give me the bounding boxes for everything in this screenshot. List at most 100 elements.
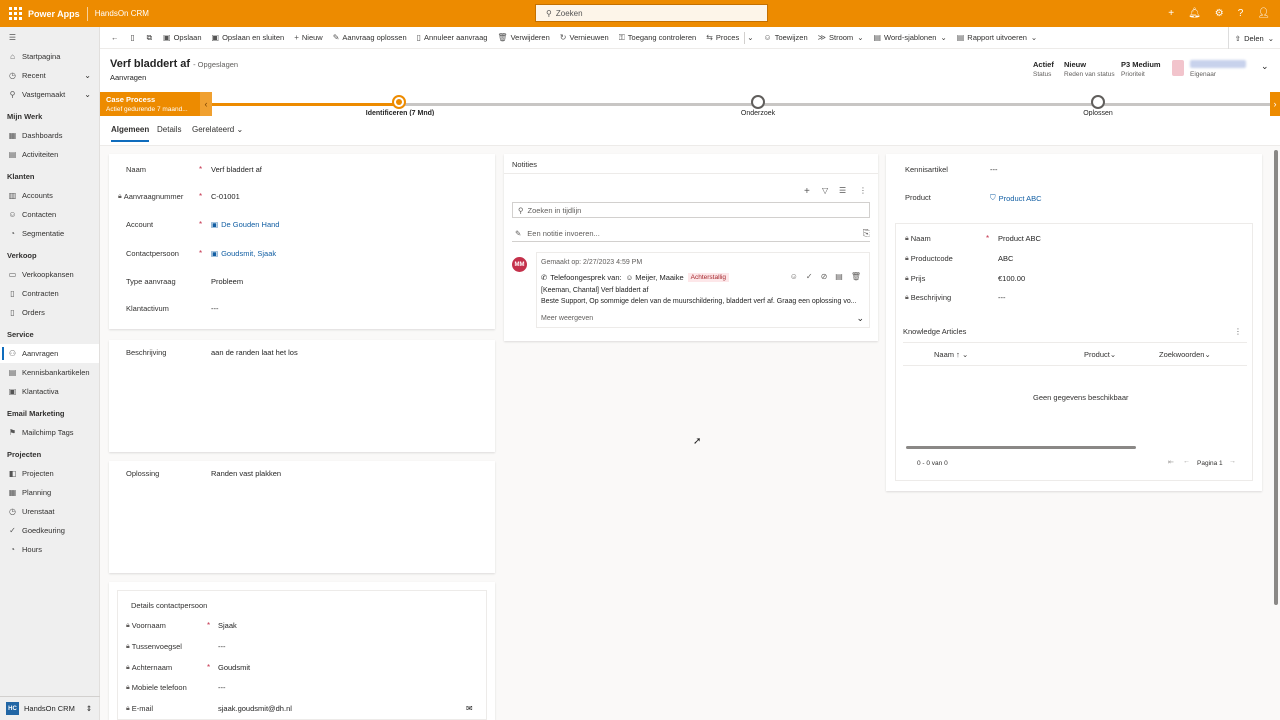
tab-algemeen[interactable]: Algemeen: [111, 125, 150, 142]
process-prev-button[interactable]: ‹: [200, 92, 212, 116]
horizontal-scrollbar[interactable]: [906, 446, 1136, 449]
word-templates-button[interactable]: ▤ Word-sjablonen ⌄: [868, 27, 951, 49]
bell-icon[interactable]: 🔔︎: [1188, 8, 1201, 19]
nav-item-startpagina[interactable]: ⌂ Startpagina: [0, 47, 99, 66]
activity-from[interactable]: Meijer, Maaike: [635, 273, 683, 282]
column-header-naam[interactable]: Naam ↑ ⌄: [934, 350, 968, 359]
nav-item-recent[interactable]: ◷ Recent ⌄: [0, 66, 99, 85]
nav-item-contracten[interactable]: ▯ Contracten: [0, 284, 99, 303]
sort-icon[interactable]: ☰: [839, 186, 846, 195]
activity-header: ✆ Telefoongesprek van: ☺ Meijer, Maaike Acht…: [541, 273, 730, 282]
assign-icon[interactable]: ☺: [790, 272, 798, 281]
field-value[interactable]: ---: [211, 304, 219, 313]
share-icon: ⇧: [1234, 33, 1242, 43]
nav-item-goedkeuring[interactable]: ✓ Goedkeuring: [0, 521, 99, 540]
field-value[interactable]: ---: [990, 165, 998, 174]
resolve-case-button[interactable]: ✎ Aanvraag oplossen: [328, 27, 412, 49]
email-icon[interactable]: ✉: [466, 704, 473, 713]
nav-item-orders[interactable]: ▯ Orders: [0, 303, 99, 322]
field-value[interactable]: sjaak.goudsmit@dh.nl: [218, 704, 292, 713]
page-scrollbar[interactable]: [1274, 150, 1278, 605]
chevron-down-icon[interactable]: ⌄: [856, 313, 864, 324]
trash-icon[interactable]: 🗑︎: [851, 272, 861, 281]
save-button[interactable]: ▣ Opslaan: [158, 27, 207, 49]
hamburger-menu-button[interactable]: ☰: [0, 27, 99, 47]
user-icon[interactable]: 👤︎: [1257, 8, 1270, 19]
assign-button[interactable]: ☺ Toewijzen: [759, 27, 813, 49]
header-field-owner[interactable]: Eigenaar ⌄: [1172, 60, 1269, 78]
popout-button[interactable]: ⧉: [141, 27, 158, 49]
note-input[interactable]: ✎ Een notitie invoeren... ⎘: [512, 226, 870, 242]
nav-item-projecten[interactable]: ◧ Projecten: [0, 464, 99, 483]
nav-group-title: Email Marketing: [7, 409, 65, 418]
stage-onderzoek[interactable]: [751, 95, 765, 109]
open-record-icon[interactable]: ▤: [835, 272, 843, 281]
close-activity-icon[interactable]: ⊘: [821, 272, 828, 281]
field-value[interactable]: aan de randen laat het los: [211, 348, 298, 357]
check-access-button[interactable]: ⚿ Toegang controleren: [614, 27, 701, 49]
plus-icon[interactable]: +: [1168, 8, 1174, 19]
new-button[interactable]: + Nieuw: [289, 27, 328, 49]
nav-item-planning[interactable]: ▦ Planning: [0, 483, 99, 502]
stage-identificeren[interactable]: [392, 95, 406, 109]
attachment-icon[interactable]: ⎘: [863, 228, 870, 239]
home-icon: ⌂: [10, 52, 15, 61]
nav-item-segmentatie[interactable]: ◔ Segmentatie: [0, 224, 99, 243]
flow-button[interactable]: ≫ Stroom ⌄: [813, 27, 869, 49]
help-icon[interactable]: ?: [1238, 8, 1244, 19]
process-flyout[interactable]: Case Process Actief gedurende 7 maand...: [100, 92, 212, 116]
nav-item-verkoopkansen[interactable]: ▭ Verkoopkansen: [0, 265, 99, 284]
cancel-case-button[interactable]: ▯ Annuleer aanvraag: [412, 27, 493, 49]
area-switcher[interactable]: HC HandsOn CRM ⇕: [0, 696, 100, 720]
nav-item-klantactiva[interactable]: ▣ Klantactiva: [0, 382, 99, 401]
more-options-icon[interactable]: ⋮: [859, 186, 867, 195]
nav-item-dashboards[interactable]: ▦ Dashboards: [0, 126, 99, 145]
next-page-icon[interactable]: →: [1229, 458, 1236, 465]
save-and-close-button[interactable]: ▣ Opslaan en sluiten: [207, 27, 290, 49]
nav-item-kennisbankartikelen[interactable]: ▤ Kennisbankartikelen: [0, 363, 99, 382]
nav-item-contacten[interactable]: ☺ Contacten: [0, 205, 99, 224]
add-icon[interactable]: +: [804, 186, 810, 197]
chevron-down-icon[interactable]: ⌄: [1261, 61, 1269, 72]
field-value[interactable]: Randen vast plakken: [211, 469, 281, 478]
product-name[interactable]: Power Apps: [28, 9, 80, 19]
column-header-zoekwoorden[interactable]: Zoekwoorden⌄: [1159, 350, 1211, 359]
app-name[interactable]: HandsOn CRM: [95, 9, 149, 18]
app-launcher-icon[interactable]: [9, 6, 23, 21]
show-more-link[interactable]: Meer weergeven: [541, 315, 593, 322]
run-report-button[interactable]: ▤ Rapport uitvoeren ⌄: [952, 27, 1042, 49]
case-icon: ⚇: [8, 349, 17, 358]
nav-item-urenstaat[interactable]: ◷ Urenstaat: [0, 502, 99, 521]
global-search-input[interactable]: ⚲ Zoeken: [535, 4, 768, 22]
nav-item-accounts[interactable]: ▥ Accounts: [0, 186, 99, 205]
column-header-product[interactable]: Product⌄: [1084, 350, 1116, 359]
stage-oplossen[interactable]: [1091, 95, 1105, 109]
gear-icon[interactable]: ⚙︎: [1215, 8, 1224, 19]
nav-item-vastgemaakt[interactable]: ⚲ Vastgemaakt ⌄: [0, 85, 99, 104]
field-value[interactable]: Probleem: [211, 277, 243, 286]
nav-item-activiteiten[interactable]: ▤ Activiteiten: [0, 145, 99, 164]
filter-icon[interactable]: ▽: [822, 186, 828, 195]
more-options-icon[interactable]: ⋮: [1234, 327, 1242, 336]
back-button[interactable]: ←: [105, 27, 125, 49]
check-icon[interactable]: ✓: [806, 272, 813, 281]
field-value[interactable]: De Gouden Hand: [221, 220, 279, 229]
tab-details[interactable]: Details: [157, 125, 181, 134]
field-value[interactable]: Product ABC: [999, 194, 1042, 203]
field-value[interactable]: Verf bladdert af: [211, 165, 262, 174]
first-page-icon[interactable]: ⇤: [1168, 458, 1174, 466]
share-button[interactable]: ⇧ Delen ⌄: [1227, 27, 1274, 49]
process-button[interactable]: ⇆ Proces ⌄: [701, 27, 758, 49]
nav-item-aanvragen[interactable]: ⚇ Aanvragen: [0, 344, 99, 363]
form-view-button[interactable]: ▯: [125, 27, 141, 49]
tab-gerelateerd[interactable]: Gerelateerd ⌄: [192, 125, 243, 134]
prev-page-icon[interactable]: ←: [1183, 458, 1190, 465]
process-next-button[interactable]: ›: [1270, 92, 1280, 116]
nav-item-hours[interactable]: ◔ Hours: [0, 540, 99, 559]
refresh-button[interactable]: ↻ Vernieuwen: [555, 27, 614, 49]
delete-button[interactable]: 🗑︎ Verwijderen: [492, 27, 554, 49]
timeline-search-input[interactable]: ⚲ Zoeken in tijdlijn: [512, 202, 870, 218]
field-value[interactable]: Goudsmit, Sjaak: [221, 249, 276, 258]
timeline-record[interactable]: Gemaakt op: 2/27/2023 4:59 PM ✆ Telefoong…: [536, 252, 870, 328]
nav-item-mailchimp-tags[interactable]: ⚑ Mailchimp Tags: [0, 423, 99, 442]
